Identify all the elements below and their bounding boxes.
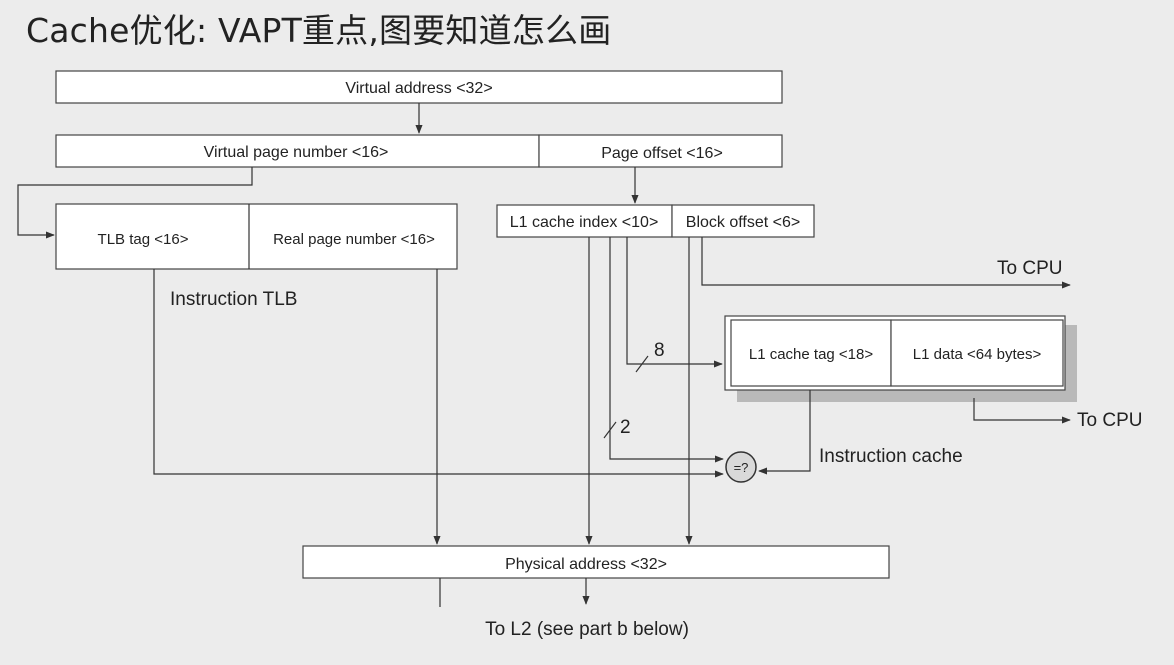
tlb-tag-label: TLB tag <16>: [98, 231, 189, 248]
block-offset-label: Block offset <6>: [686, 214, 800, 231]
instruction-cache-label: Instruction cache: [819, 446, 963, 467]
to-cpu-top-label: To CPU: [997, 258, 1062, 279]
l1-cache-tag-label: L1 cache tag <18>: [749, 346, 874, 363]
tag-to-comparator-line: [758, 390, 811, 475]
bus-width-2-label: 2: [620, 417, 631, 438]
real-page-number-label: Real page number <16>: [273, 231, 435, 248]
instruction-tlb-label: Instruction TLB: [170, 289, 297, 310]
comparator-label: =?: [734, 460, 749, 475]
l1-data-label: L1 data <64 bytes>: [913, 346, 1042, 363]
physical-address-label: Physical address <32>: [505, 556, 667, 573]
bus-width-8-label: 8: [654, 340, 665, 361]
virtual-address-label: Virtual address <32>: [345, 80, 492, 97]
page-offset-label: Page offset <16>: [601, 145, 723, 162]
index-to-cache-line: [626, 237, 723, 368]
l1-cache-index-label: L1 cache index <10>: [510, 214, 659, 231]
slide: Cache优化: VAPT重点,图要知道怎么画 Virtual address …: [0, 0, 1174, 665]
to-l2-label: To L2 (see part b below): [485, 619, 689, 640]
vapt-diagram: Virtual address <32> Virtual page number…: [17, 70, 1142, 640]
to-cpu-bottom-label: To CPU: [1077, 410, 1142, 431]
virtual-page-number-label: Virtual page number <16>: [204, 144, 389, 161]
